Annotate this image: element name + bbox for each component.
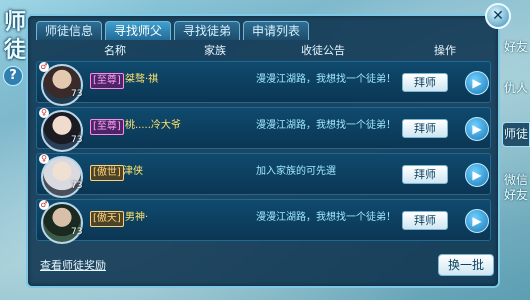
- apply-master-button[interactable]: 拜师: [402, 211, 448, 230]
- apply-master-button[interactable]: 拜师: [402, 73, 448, 92]
- recruit-notice: 加入家族的可先選: [256, 166, 336, 177]
- page-title: 师 徒: [2, 8, 28, 64]
- side-tab-friends[interactable]: 好友: [502, 40, 530, 55]
- male-icon: ♂: [39, 62, 49, 72]
- side-tab-master[interactable]: 师徒: [502, 122, 530, 147]
- side-tab-enemies[interactable]: 仇人: [502, 81, 530, 96]
- apply-master-button[interactable]: 拜师: [402, 165, 448, 184]
- table-row: ♂ 73 [傲天] 男神· 漫漫江湖路，我想找一个徒弟！ 拜师 ▶: [36, 199, 491, 244]
- female-icon: ♀: [39, 154, 49, 164]
- tab-apply-list[interactable]: 申请列表: [243, 21, 310, 40]
- tab-find-master[interactable]: 寻找师父: [105, 21, 172, 40]
- column-action: 操作: [434, 44, 456, 57]
- recruit-notice: 漫漫江湖路，我想找一个徒弟！: [256, 120, 396, 131]
- page-title-char: 徒: [3, 37, 26, 63]
- column-notice: 收徒公告: [301, 44, 345, 57]
- level-badge: 73: [71, 227, 83, 237]
- arrow-right-icon[interactable]: ▶: [465, 71, 489, 95]
- arrow-right-icon[interactable]: ▶: [465, 209, 489, 233]
- vip-badge: [至尊]: [90, 73, 124, 89]
- refresh-button[interactable]: 换一批: [438, 254, 494, 276]
- level-badge: 73: [71, 89, 83, 99]
- page-title-char: 师: [3, 9, 26, 35]
- side-tab-wechat-friends[interactable]: 微信好友: [502, 173, 530, 203]
- level-badge: 73: [71, 135, 83, 145]
- table-row: ♀ 73 [至尊] 桃.....冷大爷 漫漫江湖路，我想找一个徒弟！ 拜师 ▶: [36, 107, 491, 152]
- apply-master-button[interactable]: 拜师: [402, 119, 448, 138]
- recruit-notice: 漫漫江湖路，我想找一个徒弟！: [256, 74, 396, 85]
- tab-master-info[interactable]: 师徒信息: [36, 21, 103, 40]
- player-name: 津侠: [123, 166, 143, 177]
- view-rewards-link[interactable]: 查看师徒奖励: [40, 257, 106, 273]
- vip-badge: [至尊]: [90, 119, 124, 135]
- social-side-tabs: 好友 仇人 师徒 微信好友: [502, 40, 530, 229]
- arrow-right-icon[interactable]: ▶: [465, 117, 489, 141]
- male-icon: ♂: [39, 200, 49, 210]
- arrow-right-icon[interactable]: ▶: [465, 163, 489, 187]
- level-badge: 73: [71, 181, 83, 191]
- player-name: 男神·: [125, 212, 149, 223]
- vip-badge: [傲天]: [90, 211, 124, 227]
- tab-find-apprentice[interactable]: 寻找徒弟: [174, 21, 241, 40]
- player-name: 桀骜·祺: [125, 74, 159, 85]
- player-name: 桃.....冷大爷: [125, 120, 181, 131]
- column-name: 名称: [104, 44, 126, 57]
- master-list: ♂ 73 [至尊] 桀骜·祺 漫漫江湖路，我想找一个徒弟！ 拜师 ▶ ♀ 73 …: [36, 61, 491, 245]
- tab-bar: 师徒信息 寻找师父 寻找徒弟 申请列表: [36, 21, 310, 40]
- close-button[interactable]: ✕: [485, 3, 511, 29]
- table-row: ♀ 73 [傲世] 津侠 加入家族的可先選 拜师 ▶: [36, 153, 491, 198]
- recruit-notice: 漫漫江湖路，我想找一个徒弟！: [256, 212, 396, 223]
- table-header: 名称 家族 收徒公告 操作: [36, 42, 491, 60]
- column-family: 家族: [204, 44, 226, 57]
- help-button[interactable]: ?: [3, 66, 23, 86]
- vip-badge: [傲世]: [90, 165, 124, 181]
- table-row: ♂ 73 [至尊] 桀骜·祺 漫漫江湖路，我想找一个徒弟！ 拜师 ▶: [36, 61, 491, 106]
- female-icon: ♀: [39, 108, 49, 118]
